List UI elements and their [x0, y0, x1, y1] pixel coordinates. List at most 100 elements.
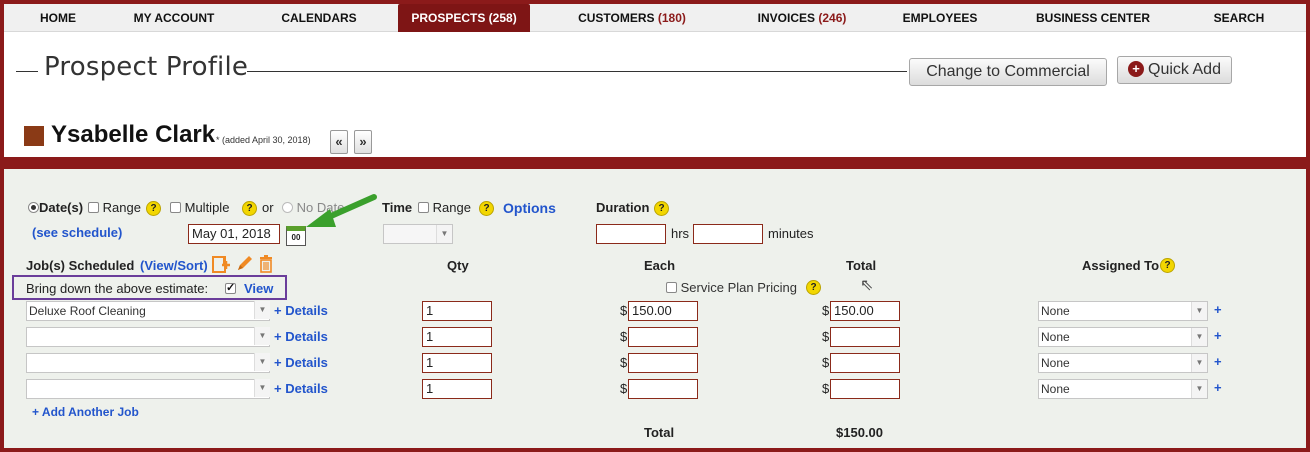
- help-circle-icon: ?: [1160, 258, 1175, 273]
- job-select-arrow[interactable]: ▼: [254, 379, 270, 399]
- previous-prospect-button[interactable]: «: [330, 130, 348, 154]
- assigned-add-link[interactable]: +: [1214, 302, 1222, 317]
- job-select[interactable]: [26, 379, 270, 399]
- nav-calendars[interactable]: CALENDARS: [274, 4, 364, 32]
- each-currency: $: [620, 303, 628, 318]
- duration-minutes-input[interactable]: [693, 224, 763, 244]
- assigned-select[interactable]: None ▼: [1038, 301, 1208, 321]
- multiple-dates-help[interactable]: ?: [242, 199, 257, 216]
- title-rule-left: [16, 71, 38, 72]
- dates-option[interactable]: Date(s): [28, 200, 83, 215]
- prospect-status-square: [24, 126, 44, 146]
- dates-radio[interactable]: [28, 202, 39, 213]
- app-frame: HOME MY ACCOUNT CALENDARS PROSPECTS (258…: [4, 4, 1306, 448]
- job-select[interactable]: [26, 353, 270, 373]
- multiple-dates-checkbox[interactable]: [170, 202, 181, 213]
- nav-employees[interactable]: EMPLOYEES: [900, 4, 980, 32]
- qty-input[interactable]: 1: [422, 301, 492, 321]
- nav-customers[interactable]: CUSTOMERS (180): [572, 4, 692, 32]
- job-details-link[interactable]: + Details: [274, 329, 328, 344]
- chevron-down-icon: ▼: [436, 225, 452, 243]
- nav-prospects-count: (258): [488, 11, 517, 25]
- assigned-select[interactable]: None ▼: [1038, 379, 1208, 399]
- no-date-radio[interactable]: [282, 202, 293, 213]
- time-range-option[interactable]: Range: [418, 200, 471, 215]
- job-details-link[interactable]: + Details: [274, 381, 328, 396]
- assigned-select[interactable]: None ▼: [1038, 327, 1208, 347]
- date-input[interactable]: May 01, 2018: [188, 224, 280, 244]
- assigned-select[interactable]: None ▼: [1038, 353, 1208, 373]
- view-sort-link[interactable]: (View/Sort): [140, 258, 208, 273]
- qty-input[interactable]: 1: [422, 379, 492, 399]
- each-currency: $: [620, 381, 628, 396]
- nav-customers-count: (180): [657, 11, 686, 25]
- quick-add-label: Quick Add: [1148, 61, 1221, 78]
- each-column-header: Each: [644, 258, 676, 273]
- pencil-icon[interactable]: [235, 254, 253, 274]
- calendar-icon[interactable]: 00: [286, 226, 306, 246]
- nav-prospects[interactable]: PROSPECTS (258): [398, 4, 530, 32]
- nav-home[interactable]: HOME: [34, 4, 82, 32]
- next-prospect-button[interactable]: »: [354, 130, 372, 154]
- total-input[interactable]: [830, 353, 900, 373]
- job-select[interactable]: [26, 327, 270, 347]
- add-another-job-link[interactable]: + Add Another Job: [32, 405, 139, 419]
- or-text: or: [262, 200, 274, 215]
- duration-hours-input[interactable]: [596, 224, 666, 244]
- each-input[interactable]: [628, 327, 698, 347]
- assigned-add-link[interactable]: +: [1214, 328, 1222, 343]
- add-document-icon[interactable]: [211, 254, 231, 274]
- job-select[interactable]: Deluxe Roof Cleaning: [26, 301, 270, 321]
- each-input[interactable]: 150.00: [628, 301, 698, 321]
- bring-down-estimate-checkbox[interactable]: [225, 281, 236, 296]
- trash-icon[interactable]: [258, 254, 274, 274]
- service-plan-help[interactable]: ?: [806, 278, 821, 295]
- time-range-label: Range: [432, 200, 471, 215]
- total-input[interactable]: 150.00: [830, 301, 900, 321]
- assigned-add-link[interactable]: +: [1214, 380, 1222, 395]
- plus-circle-icon: +: [1128, 61, 1145, 77]
- time-range-checkbox[interactable]: [418, 202, 429, 213]
- job-select-arrow[interactable]: ▼: [254, 301, 270, 321]
- time-range-help[interactable]: ?: [479, 199, 494, 216]
- service-plan-pricing-option[interactable]: Service Plan Pricing: [666, 280, 797, 295]
- job-select-arrow[interactable]: ▼: [254, 353, 270, 373]
- nav-invoices[interactable]: INVOICES (246): [746, 4, 858, 32]
- job-details-link[interactable]: + Details: [274, 303, 328, 318]
- qty-input[interactable]: 1: [422, 353, 492, 373]
- quick-add-button[interactable]: + Quick Add: [1117, 56, 1232, 84]
- jobs-scheduled-label: Job(s) Scheduled: [26, 258, 135, 273]
- job-details-link[interactable]: + Details: [274, 355, 328, 370]
- service-plan-label: Service Plan Pricing: [680, 280, 797, 295]
- nav-business-center[interactable]: BUSINESS CENTER: [1028, 4, 1158, 32]
- nav-search[interactable]: SEARCH: [1209, 4, 1269, 32]
- assigned-add-link[interactable]: +: [1214, 354, 1222, 369]
- view-estimate-link[interactable]: View: [244, 281, 273, 296]
- qty-input[interactable]: 1: [422, 327, 492, 347]
- time-label: Time: [382, 200, 413, 215]
- total-input[interactable]: [830, 379, 900, 399]
- multiple-dates-option[interactable]: Multiple: [170, 200, 229, 215]
- assigned-to-help[interactable]: ?: [1160, 256, 1175, 273]
- assigned-value: None: [1041, 330, 1070, 344]
- time-select[interactable]: ▼: [383, 224, 453, 244]
- nav-my-account[interactable]: MY ACCOUNT: [124, 4, 224, 32]
- qty-column-header: Qty: [447, 258, 469, 273]
- service-plan-checkbox[interactable]: [666, 282, 677, 293]
- each-input[interactable]: [628, 379, 698, 399]
- job-select-arrow[interactable]: ▼: [254, 327, 270, 347]
- chevron-down-icon: ▼: [254, 379, 270, 397]
- total-currency: $: [822, 303, 830, 318]
- date-range-checkbox[interactable]: [88, 202, 99, 213]
- options-link[interactable]: Options: [503, 200, 556, 216]
- each-input[interactable]: [628, 353, 698, 373]
- duration-help[interactable]: ?: [654, 199, 669, 216]
- date-range-option[interactable]: Range: [88, 200, 141, 215]
- chevron-down-icon: ▼: [254, 301, 270, 319]
- see-schedule-link[interactable]: (see schedule): [32, 225, 122, 240]
- total-input[interactable]: [830, 327, 900, 347]
- date-range-help[interactable]: ?: [146, 199, 161, 216]
- change-to-commercial-button[interactable]: Change to Commercial: [909, 58, 1107, 86]
- help-circle-icon: ?: [242, 201, 257, 216]
- mouse-cursor-icon: ⇖: [860, 277, 874, 294]
